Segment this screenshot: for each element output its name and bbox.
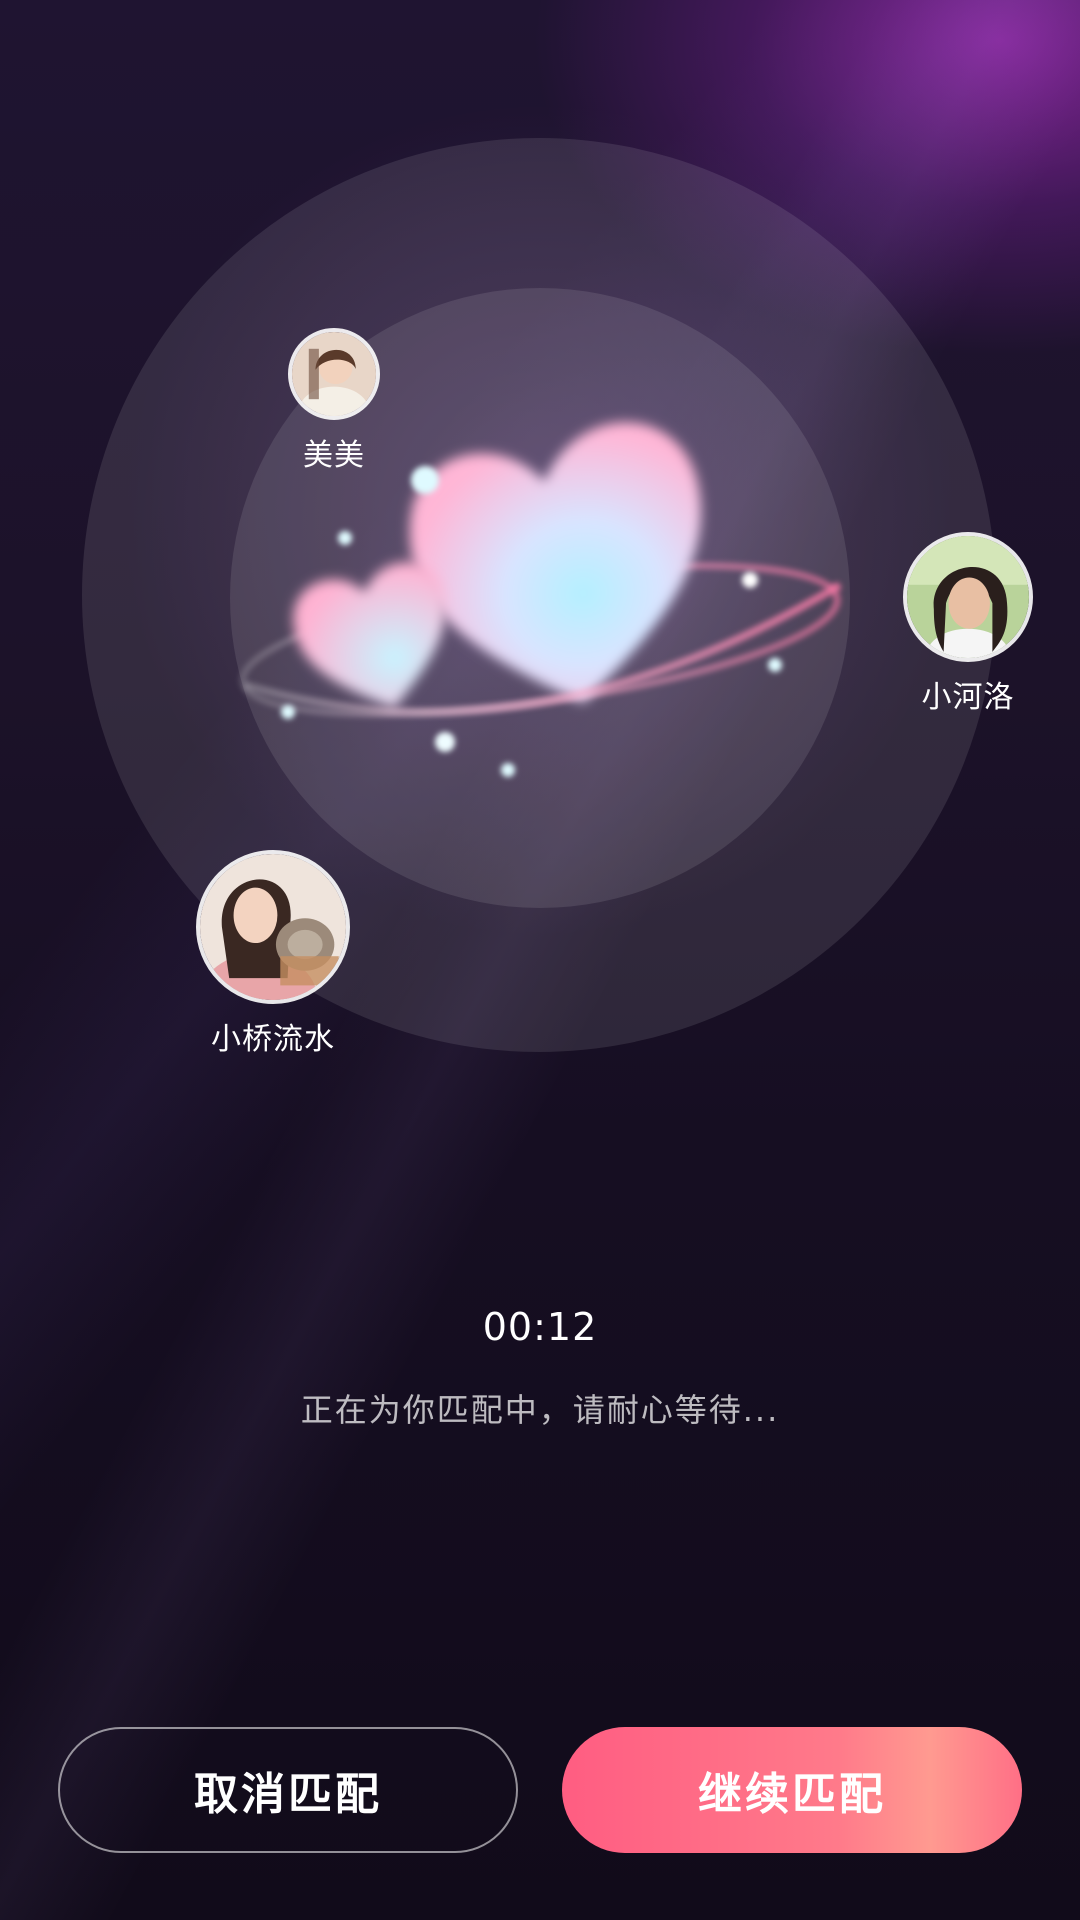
- user-marker-xiaoheluo[interactable]: 小河洛: [900, 532, 1036, 716]
- user-name: 小河洛: [921, 680, 1015, 715]
- cancel-match-button[interactable]: 取消匹配: [58, 1727, 518, 1853]
- match-timer: 00:12: [482, 1305, 598, 1349]
- user-avatar-photo-icon[interactable]: [903, 532, 1033, 662]
- user-name: 小桥流水: [211, 1022, 335, 1057]
- user-marker-xiaoqiaoliushui[interactable]: 小桥流水: [193, 850, 353, 1058]
- user-avatar-photo-icon[interactable]: [196, 850, 350, 1004]
- user-name: 美美: [303, 438, 365, 473]
- user-marker-meimei[interactable]: 美美: [284, 328, 384, 474]
- continue-match-button[interactable]: 继续匹配: [562, 1727, 1022, 1853]
- match-screen: 美美 小河洛 小桥流水 00:12 正在为你匹配中，请耐心等待... 取消匹配 …: [0, 0, 1080, 1920]
- user-avatar-photo-icon[interactable]: [288, 328, 380, 420]
- match-status-text: 正在为你匹配中，请耐心等待...: [300, 1391, 780, 1429]
